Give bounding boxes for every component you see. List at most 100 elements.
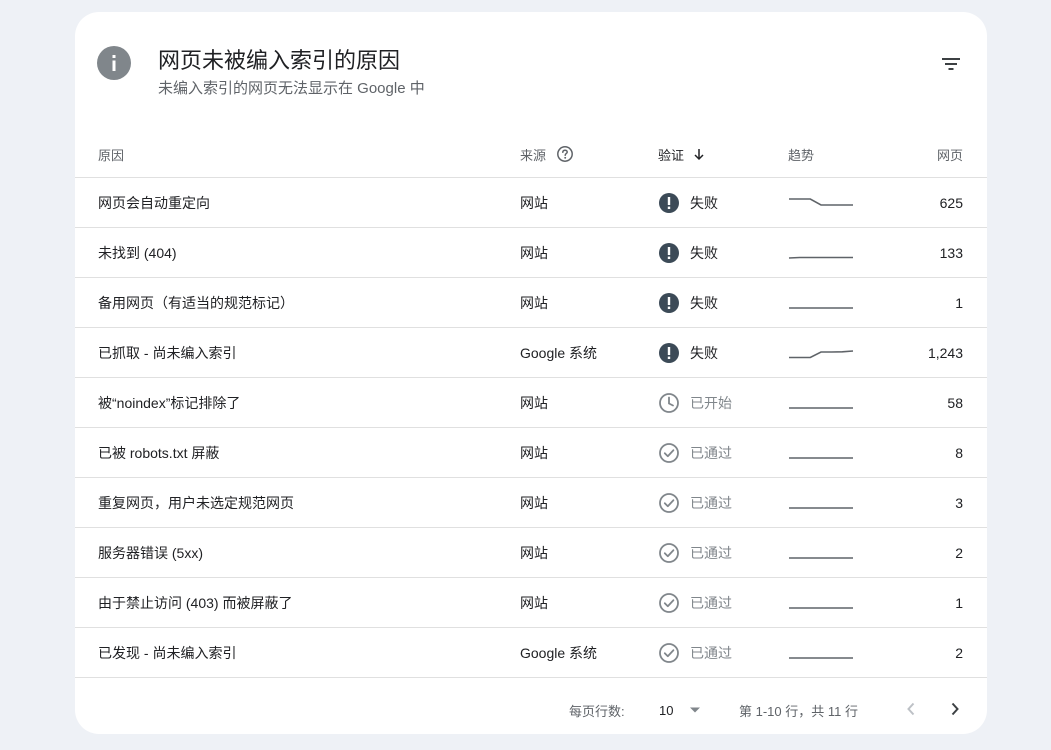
error-icon — [658, 342, 680, 364]
row-source: Google 系统 — [520, 644, 598, 661]
card-title: 网页未被编入索引的原因 — [158, 48, 401, 73]
trend-line — [789, 197, 853, 206]
row-source: Google 系统 — [520, 344, 598, 361]
table-row[interactable]: 网页会自动重定向 网站 失败 625 — [75, 178, 987, 228]
table-row[interactable]: 未找到 (404) 网站 失败 133 — [75, 228, 987, 278]
row-pages: 1 — [955, 294, 963, 311]
filter-button[interactable] — [935, 52, 967, 80]
row-trend — [788, 228, 854, 277]
table-row[interactable]: 备用网页（有适当的规范标记） 网站 失败 1 — [75, 278, 987, 328]
row-source: 网站 — [520, 244, 548, 261]
row-reason: 已抓取 - 尚未编入索引 — [98, 344, 237, 361]
error-icon — [658, 292, 680, 314]
row-reason: 由于禁止访问 (403) 而被屏蔽了 — [98, 594, 293, 611]
info-icon — [97, 46, 131, 80]
previous-page-button[interactable] — [897, 694, 925, 726]
row-validation-label: 已开始 — [690, 394, 732, 411]
row-trend — [788, 628, 854, 677]
column-header-validation-label: 验证 — [658, 147, 685, 163]
row-pages: 2 — [955, 644, 963, 661]
dropdown-caret-icon — [689, 706, 701, 714]
row-pages: 1 — [955, 594, 963, 611]
row-pages: 1,243 — [927, 344, 963, 361]
row-validation-status: 失败 — [658, 228, 718, 277]
row-pages: 3 — [955, 494, 963, 511]
row-reason: 被“noindex”标记排除了 — [98, 394, 241, 411]
trend-line — [789, 349, 854, 358]
check-circle-icon — [658, 492, 680, 514]
column-header-pages[interactable]: 网页 — [937, 130, 963, 178]
row-validation-status: 失败 — [658, 278, 718, 327]
table-row[interactable]: 服务器错误 (5xx) 网站 已通过 2 — [75, 528, 987, 578]
table-row[interactable]: 已被 robots.txt 屏蔽 网站 已通过 8 — [75, 428, 987, 478]
table-row[interactable]: 由于禁止访问 (403) 而被屏蔽了 网站 已通过 1 — [75, 578, 987, 628]
row-validation-status: 失败 — [658, 178, 718, 227]
card-subtitle: 未编入索引的网页无法显示在 Google 中 — [158, 80, 425, 97]
trend-sparkline — [789, 349, 854, 358]
trend-sparkline — [789, 506, 853, 509]
rows-per-page-select[interactable]: 10 — [659, 698, 701, 722]
check-circle-icon — [658, 642, 680, 664]
table-row[interactable]: 被“noindex”标记排除了 网站 已开始 58 — [75, 378, 987, 428]
trend-sparkline — [788, 256, 853, 259]
row-trend — [788, 328, 854, 377]
row-validation-status: 已通过 — [658, 628, 732, 677]
row-validation-label: 失败 — [690, 294, 718, 311]
row-validation-label: 失败 — [690, 244, 718, 261]
row-trend — [788, 428, 854, 477]
table-row[interactable]: 重复网页，用户未选定规范网页 网站 已通过 3 — [75, 478, 987, 528]
column-header-validation[interactable]: 验证 — [658, 130, 706, 178]
table-row[interactable]: 已发现 - 尚未编入索引 Google 系统 已通过 2 — [75, 628, 987, 678]
row-source: 网站 — [520, 544, 548, 561]
row-source: 网站 — [520, 294, 548, 311]
row-reason: 重复网页，用户未选定规范网页 — [98, 494, 294, 511]
row-source: 网站 — [520, 394, 548, 411]
sort-descending-icon — [692, 147, 706, 161]
row-validation-label: 已通过 — [690, 644, 732, 661]
pagination-range: 第 1-10 行，共 11 行 — [739, 703, 858, 719]
row-validation-status: 失败 — [658, 328, 718, 377]
row-reason: 未找到 (404) — [98, 244, 177, 261]
row-source: 网站 — [520, 444, 548, 461]
table-body: 网页会自动重定向 网站 失败 625 未找到 (404) 网站 失败 133 备用网页（有适当的… — [75, 178, 987, 678]
row-pages: 58 — [947, 394, 963, 411]
row-source: 网站 — [520, 494, 548, 511]
trend-sparkline — [789, 306, 853, 309]
row-trend — [788, 528, 854, 577]
column-header-source[interactable]: 来源 — [520, 130, 574, 178]
trend-sparkline — [789, 406, 853, 409]
row-pages: 625 — [939, 194, 963, 211]
row-reason: 备用网页（有适当的规范标记） — [98, 294, 294, 311]
column-header-source-label: 来源 — [520, 147, 547, 163]
row-validation-status: 已开始 — [658, 378, 732, 427]
row-source: 网站 — [520, 594, 548, 611]
column-header-trend: 趋势 — [788, 147, 815, 163]
row-trend — [788, 178, 854, 227]
chevron-left-icon — [906, 702, 916, 719]
row-validation-label: 已通过 — [690, 544, 732, 561]
rows-per-page-value: 10 — [659, 702, 674, 718]
card-header: 网页未被编入索引的原因 未编入索引的网页无法显示在 Google 中 — [75, 12, 987, 132]
row-validation-status: 已通过 — [658, 428, 732, 477]
row-trend — [788, 578, 854, 627]
row-reason: 网页会自动重定向 — [98, 194, 210, 211]
trend-sparkline — [789, 556, 853, 559]
next-page-button[interactable] — [941, 694, 969, 726]
row-reason: 已发现 - 尚未编入索引 — [98, 644, 237, 661]
trend-sparkline — [789, 656, 853, 659]
row-pages: 2 — [955, 544, 963, 561]
trend-sparkline — [789, 456, 853, 459]
trend-line — [788, 256, 853, 259]
column-header-reason[interactable]: 原因 — [98, 130, 124, 178]
filter-icon — [941, 57, 961, 76]
trend-sparkline — [789, 197, 853, 206]
row-validation-label: 已通过 — [690, 594, 732, 611]
error-icon — [658, 192, 680, 214]
row-validation-label: 失败 — [690, 344, 718, 361]
row-trend — [788, 278, 854, 327]
help-icon[interactable] — [556, 145, 574, 163]
row-validation-status: 已通过 — [658, 578, 732, 627]
table-row[interactable]: 已抓取 - 尚未编入索引 Google 系统 失败 1,243 — [75, 328, 987, 378]
row-source: 网站 — [520, 194, 548, 211]
check-circle-icon — [658, 592, 680, 614]
